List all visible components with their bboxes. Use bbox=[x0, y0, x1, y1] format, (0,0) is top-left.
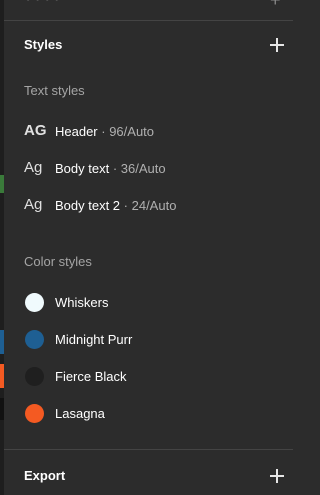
text-style-size: 96/Auto bbox=[109, 124, 155, 139]
previous-section-add-icon[interactable]: + bbox=[270, 0, 281, 11]
color-style-item[interactable]: Midnight Purr bbox=[4, 325, 293, 355]
text-style-icon: Ag bbox=[24, 159, 43, 176]
color-swatch bbox=[25, 330, 44, 349]
color-swatch bbox=[25, 404, 44, 423]
text-style-name: Header bbox=[55, 124, 98, 139]
text-style-size: 24/Auto bbox=[131, 198, 177, 213]
color-style-item[interactable]: Fierce Black bbox=[4, 362, 293, 392]
text-style-icon: Ag bbox=[24, 196, 43, 213]
text-style-item[interactable]: Ag Body text 2 · 24/Auto bbox=[4, 191, 293, 221]
color-style-name: Lasagna bbox=[55, 406, 105, 421]
text-style-separator: · bbox=[97, 124, 110, 139]
color-style-name: Fierce Black bbox=[55, 369, 127, 384]
color-swatch bbox=[25, 293, 44, 312]
previous-section-label: • • • • bbox=[26, 0, 60, 6]
previous-section-strip: • • • • + bbox=[4, 0, 293, 20]
text-style-separator: · bbox=[109, 161, 121, 176]
add-export-button[interactable] bbox=[268, 467, 286, 485]
text-style-label: Body text 2 · 24/Auto bbox=[55, 198, 176, 213]
color-style-item[interactable]: Whiskers bbox=[4, 288, 293, 318]
text-style-separator: · bbox=[120, 198, 132, 213]
design-panel: • • • • + Styles Text styles AG Header ·… bbox=[4, 0, 293, 495]
text-style-name: Body text bbox=[55, 161, 110, 176]
text-style-item[interactable]: Ag Body text · 36/Auto bbox=[4, 154, 293, 184]
text-style-item[interactable]: AG Header · 96/Auto bbox=[4, 117, 293, 147]
divider bbox=[4, 20, 293, 21]
color-styles-heading: Color styles bbox=[24, 254, 92, 269]
add-style-button[interactable] bbox=[268, 36, 286, 54]
color-style-name: Whiskers bbox=[55, 295, 109, 310]
text-style-label: Header · 96/Auto bbox=[55, 124, 154, 139]
text-style-label: Body text · 36/Auto bbox=[55, 161, 166, 176]
export-section-title: Export bbox=[24, 468, 66, 483]
text-style-name: Body text 2 bbox=[55, 198, 121, 213]
color-style-item[interactable]: Lasagna bbox=[4, 399, 293, 429]
color-style-name: Midnight Purr bbox=[55, 332, 133, 347]
color-swatch bbox=[25, 367, 44, 386]
divider bbox=[4, 449, 293, 450]
text-styles-heading: Text styles bbox=[24, 83, 85, 98]
styles-section-title: Styles bbox=[24, 37, 63, 52]
text-style-icon: AG bbox=[24, 122, 47, 139]
text-style-size: 36/Auto bbox=[120, 161, 166, 176]
